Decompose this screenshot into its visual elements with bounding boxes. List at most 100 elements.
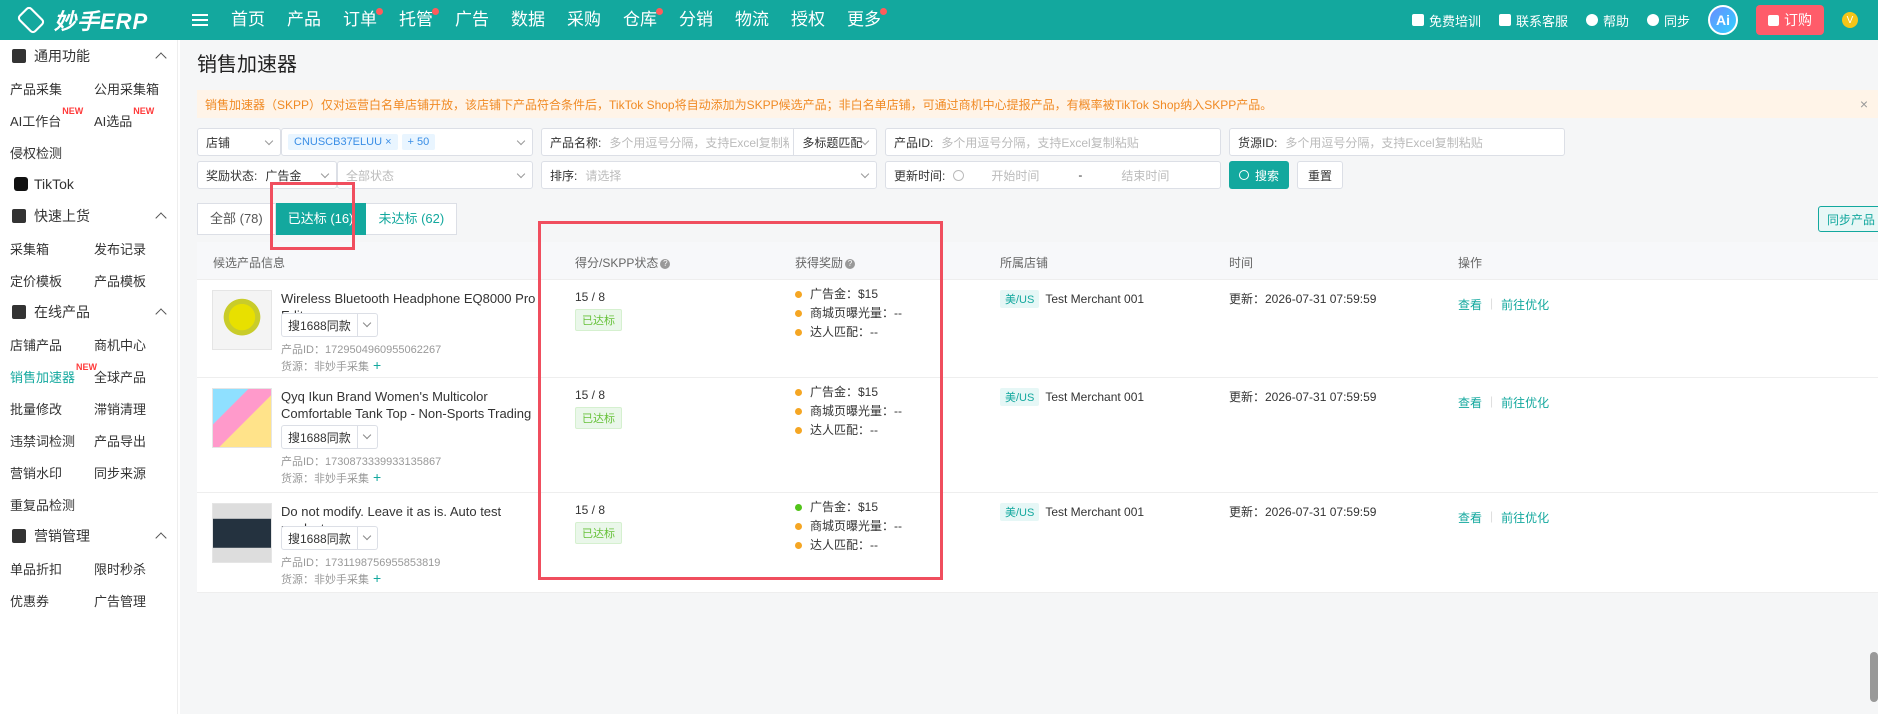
- reward-status-select[interactable]: 奖励状态: 广告金: [197, 161, 337, 189]
- sidebar-item[interactable]: 商机中心: [84, 335, 168, 354]
- sidebar-row: 营销水印 同步来源: [0, 456, 177, 488]
- search-1688-button[interactable]: 搜1688同款: [281, 425, 378, 449]
- all-status-select[interactable]: 全部状态: [337, 161, 533, 189]
- vip-badge[interactable]: V: [1842, 12, 1858, 28]
- sort-select[interactable]: 排序: 请选择: [541, 161, 877, 189]
- help-link[interactable]: 帮助: [1585, 11, 1629, 30]
- sidebar-item[interactable]: 违禁词检测: [0, 431, 84, 450]
- product-thumbnail[interactable]: [212, 290, 272, 350]
- ai-assistant-button[interactable]: Ai: [1708, 5, 1738, 35]
- sidebar-group-header[interactable]: 营销管理: [0, 520, 177, 552]
- help-icon[interactable]: ?: [845, 258, 856, 269]
- sidebar-group-header[interactable]: 快速上货: [0, 200, 177, 232]
- sidebar-group-header[interactable]: 在线产品: [0, 296, 177, 328]
- help-icon[interactable]: ?: [660, 258, 671, 269]
- sidebar-item[interactable]: 产品模板: [84, 271, 168, 290]
- sidebar-item[interactable]: 限时秒杀: [84, 559, 168, 578]
- product-id-field[interactable]: 产品ID: 多个用逗号分隔，支持Excel复制粘贴: [885, 128, 1221, 156]
- sidebar-item[interactable]: 侵权检测: [0, 143, 84, 162]
- menu-icon[interactable]: [192, 14, 208, 26]
- product-name-field[interactable]: 产品名称: 多个用逗号分隔，支持Excel复制粘贴 多标题匹配: [541, 128, 877, 156]
- tab-2[interactable]: 未达标 (62): [366, 203, 458, 235]
- search-button[interactable]: 搜索: [1229, 161, 1290, 189]
- nav-item-9[interactable]: 物流: [724, 0, 780, 40]
- source-id-input[interactable]: 多个用逗号分隔，支持Excel复制粘贴: [1285, 134, 1482, 151]
- nav-item-2[interactable]: 订单: [332, 0, 388, 40]
- product-id-input[interactable]: 多个用逗号分隔，支持Excel复制粘贴: [941, 134, 1138, 151]
- nav-item-8[interactable]: 分销: [668, 0, 724, 40]
- chip-close-icon[interactable]: ×: [385, 136, 391, 148]
- sidebar-item[interactable]: 定价模板: [0, 271, 84, 290]
- sidebar-item[interactable]: 发布记录: [84, 239, 168, 258]
- shop-multiselect[interactable]: CNUSCB37ELUU × + 50: [281, 128, 533, 156]
- nav-item-10[interactable]: 授权: [780, 0, 836, 40]
- nav-item-0[interactable]: 首页: [220, 0, 276, 40]
- nav-item-4[interactable]: 广告: [444, 0, 500, 40]
- nav-item-5[interactable]: 数据: [500, 0, 556, 40]
- sidebar-item[interactable]: 店铺产品: [0, 335, 84, 354]
- end-time-input[interactable]: 结束时间: [1100, 167, 1190, 184]
- sidebar-item[interactable]: 营销水印: [0, 463, 84, 482]
- nav-item-1[interactable]: 产品: [276, 0, 332, 40]
- sidebar-item[interactable]: 滞销清理: [84, 399, 168, 418]
- view-link[interactable]: 查看: [1458, 296, 1482, 313]
- optimize-link[interactable]: 前往优化: [1501, 296, 1549, 313]
- shop-more-chip[interactable]: + 50: [401, 134, 436, 150]
- sidebar-item[interactable]: AI选品NEW: [84, 106, 168, 130]
- sidebar-item[interactable]: 销售加速器NEW: [0, 362, 97, 386]
- sidebar-item[interactable]: 采集箱: [0, 239, 84, 258]
- logo[interactable]: 妙手ERP: [0, 4, 160, 36]
- tab-1[interactable]: 已达标 (16): [275, 203, 367, 235]
- order-button[interactable]: 订购: [1756, 5, 1824, 35]
- nav-label: 数据: [511, 10, 545, 29]
- tab-0[interactable]: 全部 (78): [197, 203, 276, 235]
- sidebar-item[interactable]: 优惠券: [0, 591, 84, 610]
- product-source: 货源：非妙手采集 +: [281, 570, 381, 587]
- sidebar-item[interactable]: 广告管理: [84, 591, 168, 610]
- nav-item-11[interactable]: 更多: [836, 0, 892, 40]
- sidebar-item-tiktok[interactable]: TikTok: [0, 168, 177, 200]
- reset-button[interactable]: 重置: [1297, 161, 1344, 189]
- chevron-down-icon[interactable]: [357, 313, 378, 337]
- sidebar-item[interactable]: 公用采集箱: [84, 79, 168, 98]
- sidebar-item[interactable]: 重复品检测: [0, 495, 84, 514]
- product-thumbnail[interactable]: [212, 503, 272, 563]
- sidebar-item[interactable]: 产品导出: [84, 431, 168, 450]
- training-link[interactable]: 免费培训: [1411, 11, 1481, 30]
- nav-item-6[interactable]: 采购: [556, 0, 612, 40]
- sidebar-item[interactable]: 全球产品: [84, 367, 168, 386]
- shop-chip[interactable]: CNUSCB37ELUU ×: [288, 134, 398, 150]
- sidebar-item[interactable]: 同步来源: [84, 463, 168, 482]
- close-icon[interactable]: ×: [1860, 96, 1868, 112]
- shop-select[interactable]: 店铺: [197, 128, 281, 156]
- sidebar-item[interactable]: 产品采集: [0, 79, 84, 98]
- source-id-field[interactable]: 货源ID: 多个用逗号分隔，支持Excel复制粘贴: [1229, 128, 1565, 156]
- search-1688-button[interactable]: 搜1688同款: [281, 313, 378, 337]
- product-name-input[interactable]: 多个用逗号分隔，支持Excel复制粘贴: [609, 134, 789, 151]
- view-link[interactable]: 查看: [1458, 509, 1482, 526]
- scrollbar[interactable]: [1870, 652, 1878, 702]
- product-table: 候选产品信息 得分/SKPP状态? 获得奖励? 所属店铺 时间 操作 Wirel…: [197, 242, 1878, 593]
- start-time-input[interactable]: 开始时间: [970, 167, 1060, 184]
- sidebar-group-header[interactable]: 通用功能: [0, 40, 177, 72]
- chevron-down-icon[interactable]: [357, 425, 378, 449]
- add-source-icon[interactable]: +: [373, 570, 381, 586]
- add-source-icon[interactable]: +: [373, 469, 381, 485]
- optimize-link[interactable]: 前往优化: [1501, 509, 1549, 526]
- add-source-icon[interactable]: +: [373, 357, 381, 373]
- search-1688-button[interactable]: 搜1688同款: [281, 526, 378, 550]
- sync-link[interactable]: 同步: [1646, 11, 1690, 30]
- nav-item-3[interactable]: 托管: [388, 0, 444, 40]
- chevron-down-icon[interactable]: [357, 526, 378, 550]
- sidebar-item[interactable]: 批量修改: [0, 399, 84, 418]
- view-link[interactable]: 查看: [1458, 394, 1482, 411]
- sidebar-item[interactable]: 单品折扣: [0, 559, 84, 578]
- update-time-range[interactable]: 更新时间: 开始时间 - 结束时间: [885, 161, 1221, 189]
- support-link[interactable]: 联系客服: [1498, 11, 1568, 30]
- match-mode-select[interactable]: 多标题匹配: [794, 134, 870, 151]
- sync-product-button[interactable]: 同步产品: [1817, 206, 1878, 232]
- product-thumbnail[interactable]: [212, 388, 272, 448]
- nav-item-7[interactable]: 仓库: [612, 0, 668, 40]
- optimize-link[interactable]: 前往优化: [1501, 394, 1549, 411]
- sidebar-item[interactable]: AI工作台NEW: [0, 106, 84, 130]
